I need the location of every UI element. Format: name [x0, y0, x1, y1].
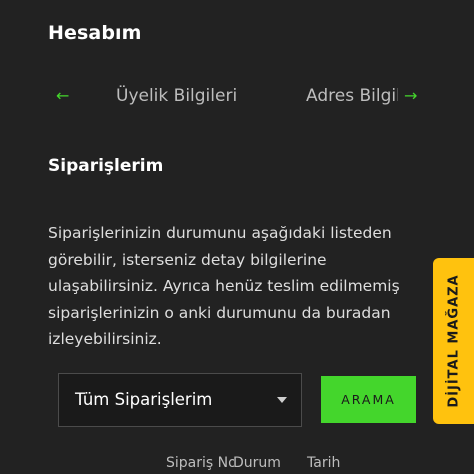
column-header-date: Tarih	[307, 455, 341, 471]
tab-uyelik-bilgileri[interactable]: Üyelik Bilgileri	[116, 84, 237, 108]
page-title: Hesabım	[48, 22, 142, 44]
account-tab-bar: ← Üyelik Bilgileri Adres Bilgileri →	[0, 84, 474, 110]
column-header-status: Durum	[233, 455, 281, 471]
caret-down-icon	[277, 397, 287, 403]
orders-description: Siparişlerinizin durumunu aşağıdaki list…	[48, 224, 400, 348]
tab-adres-bilgileri[interactable]: Adres Bilgileri	[306, 84, 398, 108]
arrow-left-icon[interactable]: ←	[56, 84, 69, 108]
order-filter-select[interactable]: Tüm Siparişlerim	[58, 373, 302, 427]
column-header-order-no: Sipariş No	[166, 455, 234, 471]
order-filter-value: Tüm Siparişlerim	[75, 390, 213, 409]
digital-store-tab[interactable]: DİJİTAL MAĞAZA	[433, 258, 474, 424]
digital-store-label: DİJİTAL MAĞAZA	[446, 274, 461, 408]
orders-title: Siparişlerim	[48, 156, 164, 176]
search-button[interactable]: ARAMA	[321, 376, 416, 423]
arrow-right-icon[interactable]: →	[404, 84, 417, 108]
